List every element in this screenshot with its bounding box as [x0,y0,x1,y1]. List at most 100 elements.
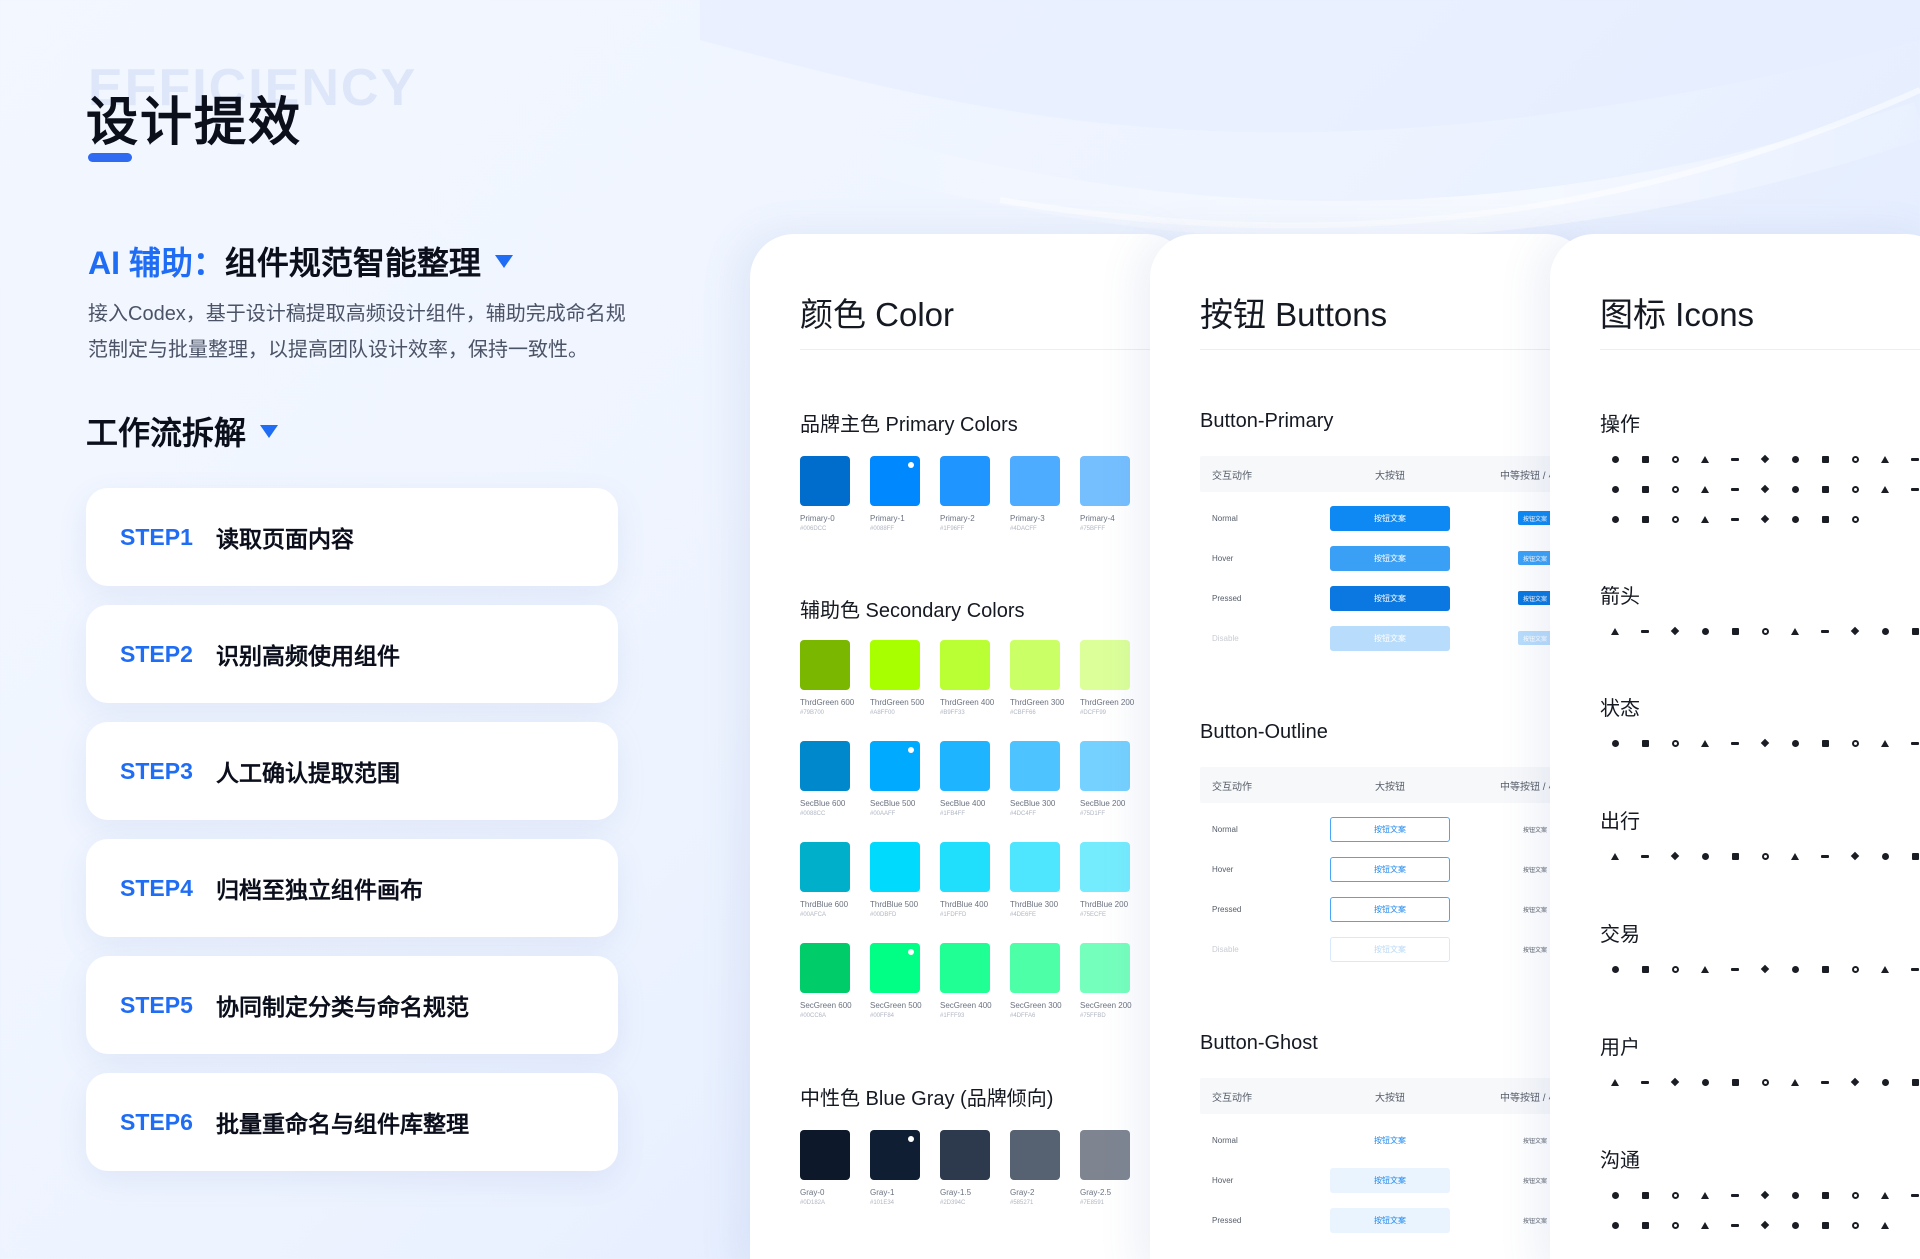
primary-button-large[interactable]: 按钮文案 [1330,585,1450,611]
icon-cell[interactable] [1810,444,1840,474]
icon-cell[interactable] [1900,728,1920,758]
icon-cell[interactable] [1660,444,1690,474]
icon-cell[interactable] [1600,728,1630,758]
icon-cell[interactable] [1840,444,1870,474]
ghost-button-medium[interactable]: 按钮文案 [1518,1173,1552,1187]
icon-cell[interactable] [1690,504,1720,534]
ghost-button-large[interactable]: 按钮文案 [1330,1167,1450,1193]
icon-cell[interactable] [1630,474,1660,504]
ghost-button-medium[interactable]: 按钮文案 [1518,1133,1552,1147]
outline-button-large[interactable]: 按钮文案 [1330,896,1450,922]
icon-cell[interactable] [1750,444,1780,474]
icon-cell[interactable] [1690,474,1720,504]
icon-cell[interactable] [1840,954,1870,984]
icon-cell[interactable] [1690,954,1720,984]
icon-cell[interactable] [1780,1067,1810,1097]
icon-cell[interactable] [1900,954,1920,984]
icon-cell[interactable] [1780,1210,1810,1240]
icon-cell[interactable] [1600,444,1630,474]
primary-button-large[interactable]: 按钮文案 [1330,545,1450,571]
icon-cell[interactable] [1780,444,1810,474]
outline-button-large[interactable]: 按钮文案 [1330,816,1450,842]
icon-cell[interactable] [1780,728,1810,758]
icon-cell[interactable] [1600,1067,1630,1097]
icon-cell[interactable] [1630,728,1660,758]
icon-cell[interactable] [1810,616,1840,646]
icon-cell[interactable] [1690,1180,1720,1210]
outline-button-medium[interactable]: 按钮文案 [1518,822,1552,836]
icon-cell[interactable] [1720,616,1750,646]
icon-cell[interactable] [1750,474,1780,504]
icon-cell[interactable] [1840,474,1870,504]
ghost-button-medium[interactable]: 按钮文案 [1518,1213,1552,1227]
icon-cell[interactable] [1720,1210,1750,1240]
icon-cell[interactable] [1900,474,1920,504]
icon-cell[interactable] [1630,444,1660,474]
icon-cell[interactable] [1750,841,1780,871]
icon-cell[interactable] [1600,1210,1630,1240]
icon-cell[interactable] [1870,728,1900,758]
icon-cell[interactable] [1720,474,1750,504]
outline-button-medium[interactable]: 按钮文案 [1518,862,1552,876]
ghost-button-large[interactable]: 按钮文案 [1330,1128,1450,1153]
icon-cell[interactable] [1810,1180,1840,1210]
icon-cell[interactable] [1840,841,1870,871]
icon-cell[interactable] [1660,841,1690,871]
icon-cell[interactable] [1810,1067,1840,1097]
icon-cell[interactable] [1690,616,1720,646]
icon-cell[interactable] [1810,841,1840,871]
icon-cell[interactable] [1840,1180,1870,1210]
icon-cell[interactable] [1630,1180,1660,1210]
icon-cell[interactable] [1750,728,1780,758]
icon-cell[interactable] [1840,616,1870,646]
icon-cell[interactable] [1900,616,1920,646]
outline-button-medium[interactable]: 按钮文案 [1518,942,1552,956]
icon-cell[interactable] [1720,1180,1750,1210]
icon-cell[interactable] [1660,616,1690,646]
icon-cell[interactable] [1870,616,1900,646]
icon-cell[interactable] [1750,1067,1780,1097]
icon-cell[interactable] [1600,954,1630,984]
outline-button-large[interactable]: 按钮文案 [1330,856,1450,882]
icon-cell[interactable] [1900,841,1920,871]
icon-cell[interactable] [1600,841,1630,871]
icon-cell[interactable] [1720,841,1750,871]
icon-cell[interactable] [1750,1180,1780,1210]
icon-cell[interactable] [1870,841,1900,871]
icon-cell[interactable] [1720,504,1750,534]
icon-cell[interactable] [1780,504,1810,534]
caret-down-icon[interactable] [494,254,513,268]
icon-cell[interactable] [1810,728,1840,758]
icon-cell[interactable] [1660,474,1690,504]
icon-cell[interactable] [1750,1210,1780,1240]
outline-button-medium[interactable]: 按钮文案 [1518,902,1552,916]
icon-cell[interactable] [1870,444,1900,474]
icon-cell[interactable] [1840,1067,1870,1097]
icon-cell[interactable] [1750,616,1780,646]
icon-cell[interactable] [1720,728,1750,758]
icon-cell[interactable] [1840,728,1870,758]
icon-cell[interactable] [1870,1067,1900,1097]
icon-cell[interactable] [1900,1067,1920,1097]
icon-cell[interactable] [1690,1210,1720,1240]
ghost-button-large[interactable]: 按钮文案 [1330,1207,1450,1233]
icon-cell[interactable] [1870,1210,1900,1240]
icon-cell[interactable] [1780,474,1810,504]
icon-cell[interactable] [1810,1210,1840,1240]
icon-cell[interactable] [1810,474,1840,504]
icon-cell[interactable] [1870,954,1900,984]
icon-cell[interactable] [1720,1067,1750,1097]
icon-cell[interactable] [1720,444,1750,474]
icon-cell[interactable] [1750,504,1780,534]
icon-cell[interactable] [1780,1180,1810,1210]
icon-cell[interactable] [1630,504,1660,534]
icon-cell[interactable] [1810,954,1840,984]
icon-cell[interactable] [1600,616,1630,646]
primary-button-large[interactable]: 按钮文案 [1330,625,1450,651]
primary-button-large[interactable]: 按钮文案 [1330,505,1450,531]
icon-cell[interactable] [1600,474,1630,504]
primary-button-medium[interactable]: 按钮文案 [1518,551,1552,565]
primary-button-medium[interactable]: 按钮文案 [1518,591,1552,605]
icon-cell[interactable] [1600,504,1630,534]
icon-cell[interactable] [1660,1067,1690,1097]
